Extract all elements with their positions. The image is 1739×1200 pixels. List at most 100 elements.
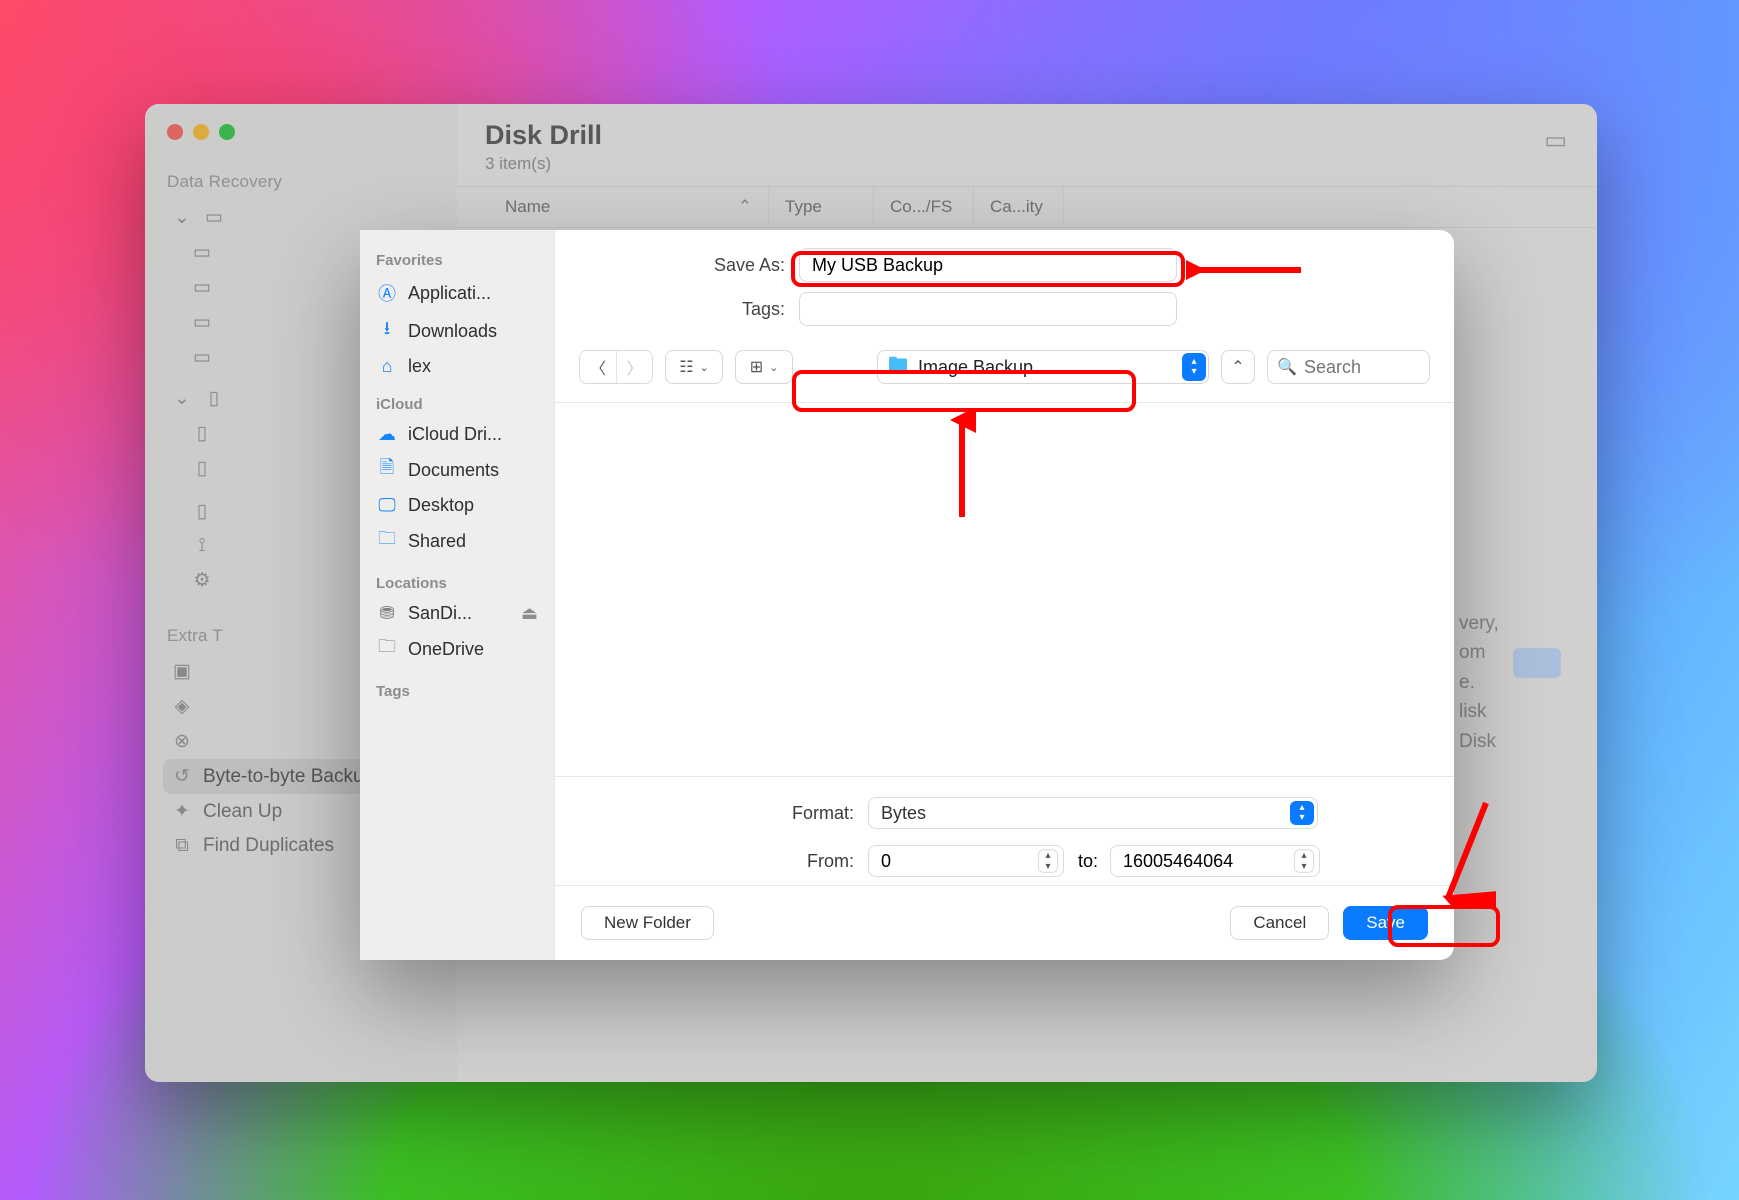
column-label: Type (785, 197, 822, 216)
chevron-down-icon: ⌄ (171, 206, 193, 229)
format-label: Format: (579, 803, 854, 824)
grid-icon: ☷ (679, 357, 693, 377)
chevron-down-icon: ⌄ (171, 387, 193, 410)
right-panel-text: very, om e. lisk Disk (1459, 609, 1549, 756)
document-icon: ▯ (191, 457, 213, 480)
chevron-up-icon: ⌃ (1231, 357, 1244, 377)
view-mode-button-1[interactable]: ☷⌄ (665, 350, 723, 384)
folder-picker-stepper-icon: ▴▾ (1182, 353, 1206, 381)
column-label: Co.../FS (890, 197, 952, 216)
nav-back-button[interactable]: 〈 (580, 351, 616, 383)
nav-back-forward: 〈 〉 (579, 350, 653, 384)
sidebar-item-label: Find Duplicates (203, 835, 334, 857)
phone-icon: ▯ (203, 387, 225, 410)
column-cofs[interactable]: Co.../FS (874, 187, 974, 227)
document-icon: ▯ (191, 422, 213, 445)
stepper-control[interactable]: ▴▾ (1038, 849, 1058, 873)
clock-back-icon: ↺ (171, 765, 193, 788)
sheet-toolbar: 〈 〉 ☷⌄ ⊞⌄ 🖿 Image Backup ▴▾ ⌃ 🔍 (555, 346, 1454, 402)
home-icon: ⌂ (376, 356, 398, 377)
window-close-button[interactable] (167, 124, 183, 140)
format-select[interactable]: Bytes ▴▾ (868, 797, 1318, 829)
column-name[interactable]: Name ⌃ (489, 187, 769, 227)
sort-indicator-icon: ⌃ (738, 197, 752, 217)
sidebar-item-label: SanDi... (408, 603, 472, 624)
tags-input[interactable] (799, 292, 1177, 326)
chevron-down-icon: ⌄ (700, 361, 709, 374)
save-sheet-main: Save As: Tags: 〈 〉 ☷⌄ ⊞⌄ 🖿 Image Backup … (555, 230, 1454, 960)
view-mode-button-2[interactable]: ⊞⌄ (735, 350, 793, 384)
eject-icon[interactable]: ⏏ (521, 603, 538, 624)
sidebar-item-shared[interactable]: 🗀Shared (370, 521, 544, 561)
sidebar-item-label: Byte-to-byte Backup (203, 766, 374, 788)
sidebar-item-desktop[interactable]: 🖵Desktop (370, 490, 544, 521)
app-header: Disk Drill 3 item(s) ▭ (457, 104, 1597, 186)
document-icon: 🗎 (376, 455, 398, 485)
sidebar-section-locations: Locations (376, 575, 540, 592)
tags-label: Tags: (555, 299, 785, 320)
step-down-icon: ▾ (1039, 861, 1057, 872)
from-input[interactable]: 0 ▴▾ (868, 845, 1064, 877)
column-caity[interactable]: Ca...ity (974, 187, 1064, 227)
format-value: Bytes (881, 803, 926, 824)
stepper-control[interactable]: ▴▾ (1294, 849, 1314, 873)
nav-forward-button[interactable]: 〉 (616, 351, 652, 383)
volume-icon: ▭ (191, 311, 213, 334)
search-icon: 🔍 (1277, 357, 1297, 377)
from-label: From: (579, 851, 854, 872)
select-stepper-icon: ▴▾ (1290, 801, 1314, 825)
step-up-icon: ▴ (1039, 850, 1057, 861)
to-input[interactable]: 16005464064 ▴▾ (1110, 845, 1320, 877)
sidebar-section-tags: Tags (376, 683, 540, 700)
folder-picker[interactable]: 🖿 Image Backup ▴▾ (877, 350, 1209, 384)
sidebar-item-sandisk[interactable]: ⛃SanDi...⏏ (370, 598, 544, 629)
expand-collapse-button[interactable]: ⌃ (1221, 350, 1255, 384)
sidebar-item-label: Applicati... (408, 283, 491, 304)
cloud-icon: ☁ (376, 424, 398, 445)
apps-icon: Ⓐ (376, 280, 398, 306)
sidebar-item-documents[interactable]: 🗎 Documents (370, 450, 544, 490)
sheet-footer: New Folder Cancel Save (555, 885, 1454, 960)
step-up-icon: ▴ (1295, 850, 1313, 861)
app-subtitle: 3 item(s) (485, 154, 1569, 174)
drive-external-icon: ⟟ (191, 535, 213, 557)
device-icon: ▯ (191, 500, 213, 523)
sidebar-section-data-recovery: Data Recovery (167, 172, 439, 192)
cancel-button[interactable]: Cancel (1230, 906, 1329, 940)
column-type[interactable]: Type (769, 187, 874, 227)
sidebar-item-icloud-drive[interactable]: ☁ iCloud Dri... (370, 419, 544, 450)
window-minimize-button[interactable] (193, 124, 209, 140)
sidebar-item-label: iCloud Dri... (408, 424, 502, 445)
sidebar-item-home[interactable]: ⌂ lex (370, 351, 544, 382)
from-value: 0 (881, 851, 891, 872)
duplicate-icon: ⧉ (171, 835, 193, 857)
sidebar-item-label: Clean Up (203, 801, 282, 823)
sidebar-item-label: lex (408, 356, 431, 377)
save-as-label: Save As: (555, 255, 785, 276)
sidebar-item-onedrive[interactable]: 🗀OneDrive (370, 629, 544, 669)
to-label: to: (1078, 851, 1096, 872)
new-folder-button[interactable]: New Folder (581, 906, 714, 940)
folder-icon: 🖿 (888, 350, 908, 384)
window-controls (163, 120, 439, 162)
save-sheet-sidebar: Favorites ⒶApplicati... ⭳Downloads ⌂lex … (360, 230, 555, 960)
step-down-icon: ▾ (1295, 861, 1313, 872)
sparkle-icon: ✦ (171, 800, 193, 823)
save-as-input[interactable] (799, 248, 1177, 282)
save-button[interactable]: Save (1343, 906, 1428, 940)
sidebar-item-downloads[interactable]: ⭳Downloads (370, 311, 544, 351)
chevron-down-icon: ⌄ (769, 361, 778, 374)
picture-icon: ▣ (171, 660, 193, 683)
sidebar-item-applications[interactable]: Ⓐ Applicati... (370, 275, 544, 311)
column-label: Name (505, 197, 550, 217)
sidebar-section-favorites: Favorites (376, 252, 540, 269)
sidebar-item-label: OneDrive (408, 639, 484, 660)
help-book-icon[interactable]: ▭ (1544, 126, 1567, 155)
gear-icon: ⚙ (191, 569, 213, 592)
shield-icon: ◈ (171, 695, 193, 718)
folder-name: Image Backup (918, 357, 1033, 378)
sidebar-item-label: Documents (408, 460, 499, 481)
window-zoom-button[interactable] (219, 124, 235, 140)
downloads-icon: ⭳ (376, 316, 398, 346)
file-browser-area[interactable] (555, 403, 1454, 776)
